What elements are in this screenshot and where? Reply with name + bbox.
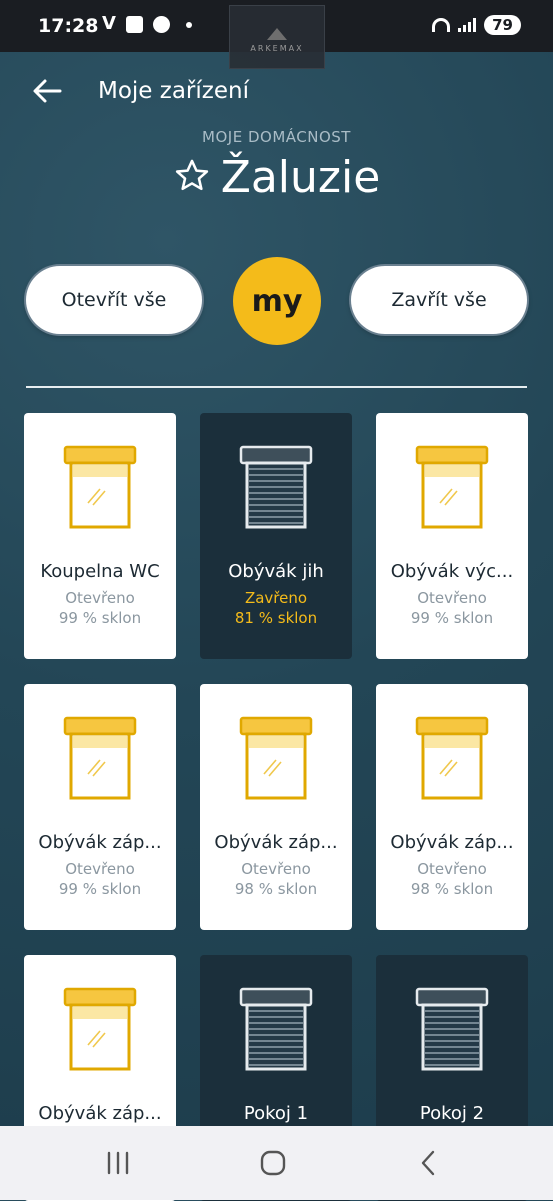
device-state: Zavřeno	[244, 589, 308, 607]
device-state: Otevřeno	[65, 589, 135, 607]
signal-icon	[458, 18, 477, 32]
blind-closed-icon	[412, 985, 492, 1077]
status-time: 17:28	[38, 15, 99, 37]
device-card[interactable]: Obývák jih Zavřeno 81 % sklon	[200, 413, 352, 659]
device-tilt: 99 % sklon	[58, 880, 142, 898]
back-button[interactable]	[30, 74, 70, 110]
more-notifications-icon	[185, 21, 192, 28]
app-badge-icon	[152, 16, 170, 33]
device-name: Koupelna WC	[40, 561, 160, 582]
recents-button[interactable]	[98, 1148, 138, 1178]
open-all-button[interactable]: Otevřít vše	[26, 266, 202, 334]
system-icons: 79	[432, 15, 521, 35]
home-subtitle: MOJE DOMÁCNOST	[202, 128, 351, 146]
star-outline-icon[interactable]	[173, 155, 211, 206]
notification-icons: V	[102, 13, 192, 34]
wifi-icon	[432, 18, 451, 32]
my-position-button[interactable]: my	[233, 257, 321, 345]
device-tilt: 98 % sklon	[234, 880, 318, 898]
device-name: Obývák záp...	[38, 1103, 162, 1124]
device-state: Otevřeno	[417, 589, 487, 607]
device-name: Obývák jih	[228, 561, 324, 582]
group-heading: Žaluzie	[0, 152, 553, 206]
logo-mountain-icon	[267, 27, 287, 40]
chevron-left-icon	[421, 1150, 435, 1176]
system-nav-bar	[0, 1126, 553, 1200]
blind-closed-icon	[236, 443, 316, 535]
home-icon	[260, 1150, 286, 1176]
page-title: Moje zařízení	[98, 78, 249, 104]
device-card[interactable]: Obývák záp... Otevřeno 98 % sklon	[376, 684, 528, 930]
recents-icon	[107, 1151, 129, 1175]
device-card[interactable]: Obývák záp... Otevřeno 99 % sklon	[24, 684, 176, 930]
device-card[interactable]: Obývák záp... Otevřeno 98 % sklon	[200, 684, 352, 930]
device-name: Obývák výc...	[390, 561, 514, 582]
blind-open-icon	[60, 714, 140, 806]
blind-open-icon	[412, 443, 492, 535]
device-name: Pokoj 1	[243, 1103, 309, 1124]
nav-back-button[interactable]	[408, 1148, 448, 1178]
device-tilt: 98 % sklon	[410, 880, 494, 898]
top-app-bar: Moje zařízení	[0, 52, 553, 132]
blind-open-icon	[60, 443, 140, 535]
device-state: Otevřeno	[417, 860, 487, 878]
device-tilt: 99 % sklon	[410, 609, 494, 627]
close-all-button[interactable]: Zavřít vše	[351, 266, 527, 334]
device-state: Otevřeno	[65, 860, 135, 878]
device-name: Obývák záp...	[390, 832, 514, 853]
app-v-icon: V	[102, 13, 116, 34]
home-button[interactable]	[253, 1148, 293, 1178]
blind-open-icon	[412, 714, 492, 806]
device-card[interactable]: Obývák výc... Otevřeno 99 % sklon	[376, 413, 528, 659]
device-name: Pokoj 2	[419, 1103, 485, 1124]
device-tilt: 99 % sklon	[58, 609, 142, 627]
device-card[interactable]: Koupelna WC Otevřeno 99 % sklon	[24, 413, 176, 659]
blind-closed-icon	[236, 985, 316, 1077]
arrow-left-icon	[33, 79, 62, 103]
wallet-icon	[125, 16, 143, 33]
device-tilt: 81 % sklon	[234, 609, 318, 627]
divider	[26, 386, 527, 388]
blind-open-icon	[60, 985, 140, 1077]
group-title: Žaluzie	[220, 152, 381, 203]
battery-indicator: 79	[484, 15, 521, 35]
device-state: Otevřeno	[241, 860, 311, 878]
device-name: Obývák záp...	[214, 832, 338, 853]
device-name: Obývák záp...	[38, 832, 162, 853]
blind-open-icon	[236, 714, 316, 806]
